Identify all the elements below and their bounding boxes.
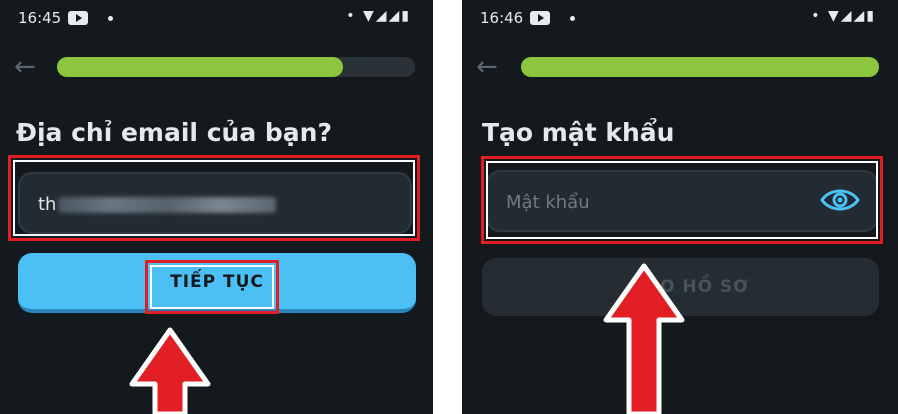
- progress-bar: [57, 57, 415, 77]
- youtube-icon: [68, 11, 88, 25]
- highlight-email: [8, 155, 420, 241]
- notification-dot-icon: [570, 16, 575, 21]
- signal-icon: • ▼◢◢▮: [811, 8, 876, 24]
- arrow-left-icon[interactable]: ←: [14, 52, 36, 82]
- page-title: Địa chỉ email của bạn?: [16, 118, 332, 147]
- progress-fill: [57, 57, 344, 77]
- password-screen: 16:46 • ▼◢◢▮ ← Tạo mật khẩu Mật khẩu O H…: [462, 0, 898, 414]
- arrow-up-icon: [129, 327, 211, 414]
- arrow-up-icon: [603, 263, 685, 414]
- highlight-password: [481, 156, 883, 244]
- highlight-continue: [145, 260, 279, 314]
- status-time: 16:45: [18, 9, 62, 27]
- progress-fill: [521, 57, 879, 77]
- notification-dot-icon: [108, 16, 113, 21]
- status-bar: 16:46 • ▼◢◢▮: [462, 0, 898, 36]
- youtube-icon: [530, 11, 550, 25]
- signal-icon: • ▼◢◢▮: [346, 8, 411, 24]
- page-title: Tạo mật khẩu: [482, 118, 675, 147]
- status-bar: 16:45 • ▼◢◢▮: [0, 0, 433, 36]
- status-time: 16:46: [480, 9, 524, 27]
- email-screen: 16:45 • ▼◢◢▮ ← Địa chỉ email của bạn? th…: [0, 0, 433, 414]
- arrow-left-icon[interactable]: ←: [476, 52, 498, 82]
- progress-bar: [521, 57, 879, 77]
